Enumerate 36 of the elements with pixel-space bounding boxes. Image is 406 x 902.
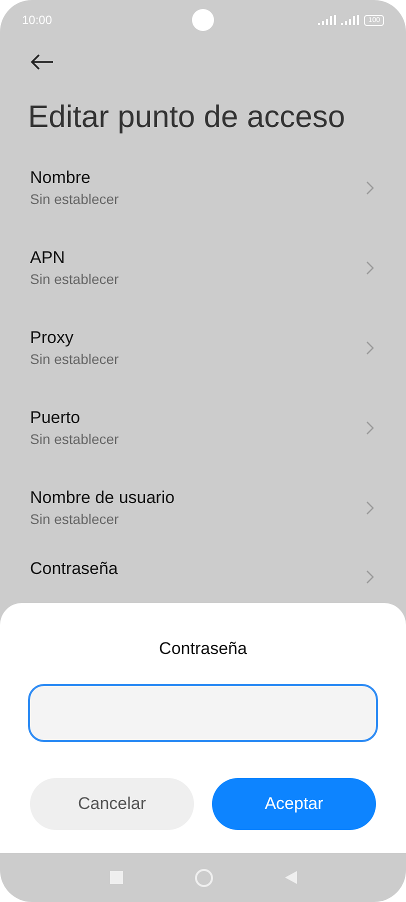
settings-row[interactable]: Proxy Sin establecer (0, 308, 406, 388)
back-button[interactable] (30, 52, 56, 72)
chevron-right-icon (366, 501, 374, 515)
row-value: Sin establecer (30, 190, 119, 209)
home-button[interactable] (194, 868, 212, 886)
password-field[interactable] (28, 684, 378, 742)
page-title: Editar punto de acceso (28, 98, 346, 136)
back-arrow-icon (30, 54, 54, 70)
chevron-right-icon (366, 341, 374, 355)
settings-row[interactable]: Puerto Sin establecer (0, 388, 406, 468)
row-label: Contraseña (30, 558, 118, 580)
settings-row[interactable]: Contraseña (0, 548, 406, 590)
camera-hole-icon (192, 9, 214, 31)
row-label: Proxy (30, 327, 74, 349)
row-label: Puerto (30, 407, 82, 429)
settings-row[interactable]: Nombre de usuario Sin establecer (0, 468, 406, 548)
row-label: Nombre (30, 167, 92, 189)
row-value: Sin establecer (30, 510, 120, 529)
row-label: APN (30, 247, 66, 269)
row-value: Sin establecer (30, 350, 119, 369)
dialog-title: Contraseña (159, 638, 247, 660)
chevron-right-icon (366, 261, 374, 275)
row-value: Sin establecer (30, 430, 119, 449)
settings-row[interactable]: APN Sin establecer (0, 228, 406, 308)
settings-row[interactable]: Nombre Sin establecer (0, 148, 406, 228)
chevron-right-icon (366, 181, 374, 195)
row-value: Sin establecer (30, 270, 119, 289)
back-triangle-icon[interactable] (284, 871, 296, 884)
chevron-right-icon (366, 421, 374, 435)
row-label: Nombre de usuario (30, 487, 175, 509)
signal-icon (318, 15, 336, 25)
chevron-right-icon (366, 570, 374, 584)
signal-icon (341, 15, 360, 25)
recents-button[interactable] (110, 871, 122, 884)
cancel-button[interactable]: Cancelar (30, 778, 194, 830)
accept-button[interactable]: Aceptar (212, 778, 376, 830)
